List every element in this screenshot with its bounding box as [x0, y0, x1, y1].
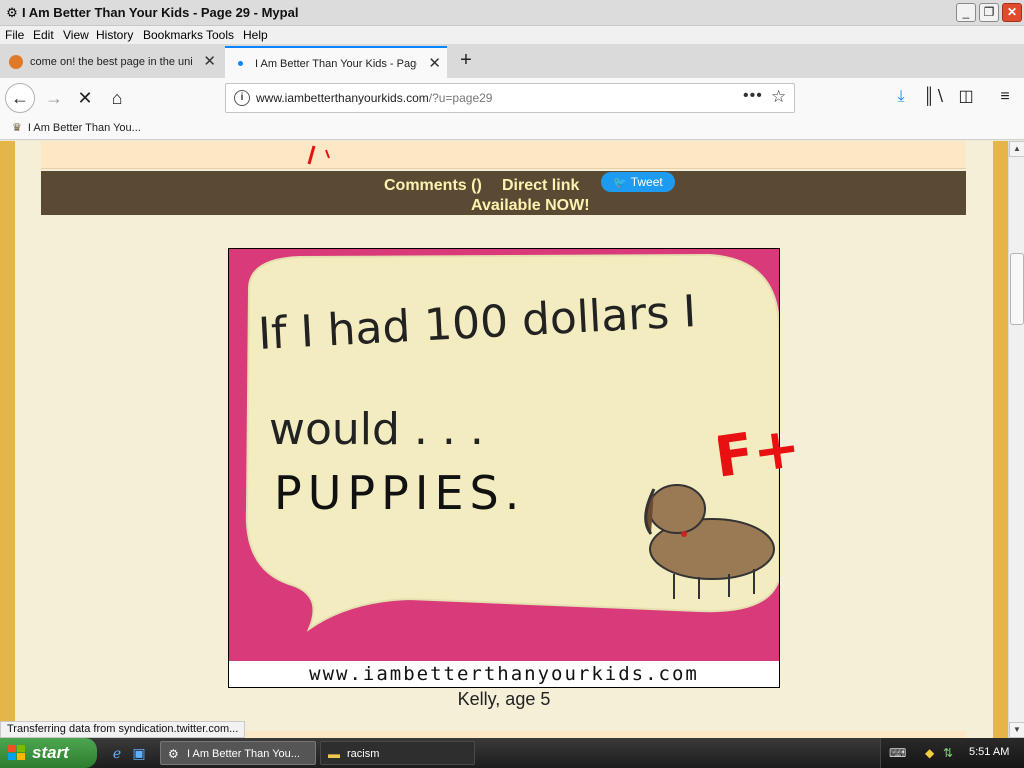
- tab-label: I Am Better Than Your Kids - Page: [255, 58, 417, 70]
- folder-icon: ▬: [328, 747, 340, 761]
- back-arrow-icon[interactable]: ←: [5, 83, 35, 113]
- taskbar-item-racism[interactable]: ▬ racism: [320, 741, 475, 765]
- drawing-text-line2: would . . .: [269, 404, 484, 455]
- windows-taskbar: start ℯ ▣ ⚙ I Am Better Than You... ▬ ra…: [0, 738, 1024, 768]
- home-icon[interactable]: ⌂: [103, 84, 131, 112]
- menu-bookmarks[interactable]: Bookmarks: [143, 28, 203, 42]
- tab-best-page[interactable]: come on! the best page in the univ ✕: [0, 46, 222, 78]
- stop-icon[interactable]: ✕: [71, 84, 99, 112]
- tweet-button[interactable]: 🐦 Tweet: [601, 172, 675, 192]
- start-label: start: [32, 743, 69, 762]
- security-shield-icon[interactable]: ◆: [925, 746, 934, 760]
- taskbar-item-label: I Am Better Than You...: [187, 748, 300, 760]
- bookmarks-toolbar: ♛ I Am Better Than You...: [0, 118, 1024, 140]
- tweet-label: Tweet: [630, 175, 663, 189]
- vertical-scrollbar[interactable]: ▲ ▼: [1008, 141, 1024, 738]
- scroll-up-icon[interactable]: ▲: [1009, 141, 1024, 157]
- tab-label: come on! the best page in the univ: [30, 56, 192, 68]
- post-info-bar: Comments () Direct link 🐦 Tweet Available…: [41, 171, 966, 215]
- download-icon[interactable]: ⤓: [890, 86, 912, 108]
- drawing-text-line3: PUPPIES.: [274, 466, 525, 520]
- menu-tools[interactable]: Tools: [206, 28, 234, 42]
- keyboard-icon[interactable]: ⌨: [889, 746, 906, 760]
- bookmark-iambetter[interactable]: ♛ I Am Better Than You...: [12, 121, 141, 134]
- new-tab-button[interactable]: +: [454, 48, 478, 74]
- content-column: Comments () Direct link 🐦 Tweet Available…: [15, 141, 993, 738]
- available-now-link[interactable]: Available NOW!: [471, 197, 590, 215]
- status-tooltip: Transferring data from syndication.twitt…: [0, 721, 246, 738]
- library-icon[interactable]: ║∖: [923, 86, 945, 108]
- bookmark-label: I Am Better Than You...: [27, 122, 141, 134]
- menu-view[interactable]: View: [63, 28, 89, 42]
- page-content: Comments () Direct link 🐦 Tweet Available…: [0, 141, 1008, 738]
- url-path: /?u=page29: [428, 91, 493, 105]
- bookmark-star-icon[interactable]: ☆: [771, 87, 786, 107]
- taskbar-item-label: racism: [347, 748, 380, 760]
- restore-button[interactable]: ❐: [979, 3, 999, 22]
- close-window-button[interactable]: ✕: [1002, 3, 1022, 22]
- menu-edit[interactable]: Edit: [33, 28, 54, 42]
- crown-icon: ♛: [12, 122, 22, 134]
- grade-text: F+: [718, 425, 804, 485]
- previous-post-band: [41, 141, 966, 169]
- windows-logo-icon: [8, 745, 25, 760]
- sidebar-icon[interactable]: ◫: [955, 86, 977, 108]
- comments-link[interactable]: Comments (): [384, 177, 482, 195]
- show-desktop-icon[interactable]: ▣: [130, 744, 148, 762]
- drawing-artwork: If I had 100 dollars I would . . . PUPPI…: [229, 249, 779, 661]
- image-caption: Kelly, age 5: [457, 689, 551, 709]
- red-ink-mark: [307, 145, 330, 165]
- loading-dot-icon: [234, 57, 248, 71]
- scrollbar-thumb[interactable]: [1010, 253, 1024, 325]
- system-tray: ⌨ ◆ ⇅ 5:51 AM: [880, 738, 1024, 768]
- navigation-toolbar: ← → ✕ ⌂ i www.iambetterthanyourkids.com/…: [0, 78, 1024, 118]
- direct-link[interactable]: Direct link: [502, 177, 579, 195]
- start-button[interactable]: start: [0, 738, 97, 768]
- minimize-button[interactable]: _: [956, 3, 976, 22]
- tab-strip: come on! the best page in the univ ✕ I A…: [0, 44, 1024, 78]
- menu-file[interactable]: File: [5, 28, 24, 42]
- mypal-app-icon: ⚙: [6, 5, 18, 20]
- internet-explorer-icon[interactable]: ℯ: [108, 744, 126, 762]
- tab-close-icon[interactable]: ✕: [428, 48, 441, 78]
- hamburger-menu-icon[interactable]: ≡: [994, 86, 1016, 108]
- red-grade-mark: F+: [718, 425, 804, 485]
- taskbar-item-browser[interactable]: ⚙ I Am Better Than You...: [160, 741, 316, 765]
- site-watermark: www.iambetterthanyourkids.com: [229, 661, 779, 687]
- tab-iambetter[interactable]: I Am Better Than Your Kids - Page ✕: [225, 46, 447, 78]
- page-actions-icon[interactable]: •••: [743, 87, 763, 105]
- url-text[interactable]: www.iambetterthanyourkids.com/?u=page29: [256, 91, 492, 105]
- window-title: I Am Better Than Your Kids - Page 29 - M…: [22, 5, 299, 20]
- url-host: www.iambetterthanyourkids.com: [256, 91, 429, 105]
- taskbar-clock[interactable]: 5:51 AM: [969, 746, 1009, 758]
- url-bar[interactable]: i www.iambetterthanyourkids.com/?u=page2…: [225, 83, 795, 113]
- twitter-bird-icon: 🐦: [613, 177, 627, 189]
- menu-bar: File Edit View History Bookmarks Tools H…: [0, 26, 1024, 44]
- network-icon[interactable]: ⇅: [943, 746, 953, 760]
- tab-close-icon[interactable]: ✕: [203, 46, 216, 78]
- site-info-icon[interactable]: i: [234, 90, 250, 106]
- kid-drawing-image: If I had 100 dollars I would . . . PUPPI…: [228, 248, 780, 688]
- mypal-app-icon: ⚙: [168, 747, 179, 761]
- window-titlebar[interactable]: ⚙ I Am Better Than Your Kids - Page 29 -…: [0, 0, 1024, 26]
- forward-arrow-icon[interactable]: →: [40, 84, 68, 112]
- site-favicon-icon: [9, 55, 23, 69]
- menu-help[interactable]: Help: [243, 28, 268, 42]
- scroll-down-icon[interactable]: ▼: [1009, 722, 1024, 738]
- menu-history[interactable]: History: [96, 28, 133, 42]
